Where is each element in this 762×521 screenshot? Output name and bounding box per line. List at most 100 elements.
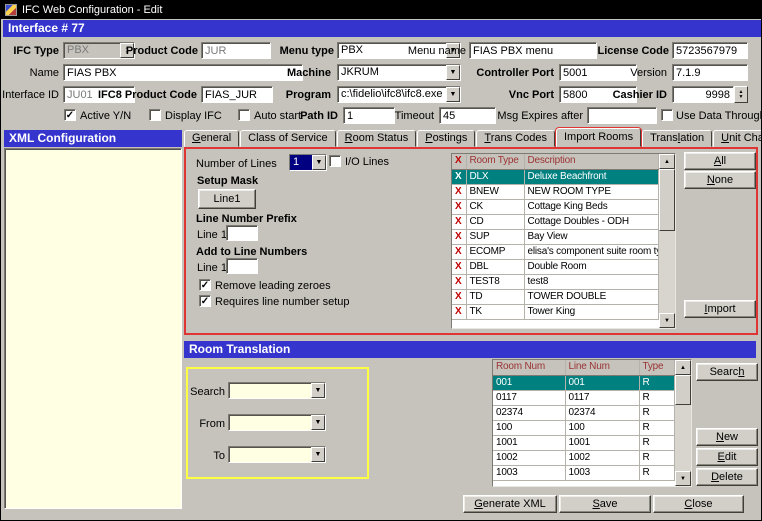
room-num-cell[interactable]: 001 <box>493 375 565 390</box>
cashier-id-input[interactable] <box>672 86 734 103</box>
tab-translation[interactable]: Translation <box>642 130 712 147</box>
x-cell[interactable]: X <box>452 244 466 259</box>
version-input[interactable] <box>672 64 748 81</box>
add-to-line-numbers-input[interactable] <box>226 258 258 274</box>
table-row[interactable]: XCKCottage King Beds <box>452 199 659 214</box>
controller-port-input[interactable] <box>559 64 637 81</box>
table-row[interactable]: 10011001R <box>493 435 675 450</box>
x-cell[interactable]: X <box>452 259 466 274</box>
search-select[interactable]: ▼ <box>228 382 326 399</box>
x-cell[interactable]: X <box>452 274 466 289</box>
description-cell[interactable]: Deluxe Beachfront <box>524 169 659 184</box>
room-translation-table[interactable]: Room Num Line Num Type 001001R01170117R0… <box>492 359 692 487</box>
x-cell[interactable]: X <box>452 184 466 199</box>
line-num-cell[interactable]: 1002 <box>565 450 639 465</box>
x-cell[interactable]: X <box>452 214 466 229</box>
path-id-input[interactable] <box>343 107 395 124</box>
table-row[interactable]: 001001R <box>493 375 675 390</box>
room-type-cell[interactable]: ECOMP <box>466 244 524 259</box>
title-bar[interactable]: IFC Web Configuration - Edit <box>1 1 761 19</box>
requires-line-number-setup-checkbox[interactable]: ✓ <box>199 295 211 307</box>
line-num-cell[interactable]: 0117 <box>565 390 639 405</box>
ifc-type-select[interactable]: PBX ▲▼ <box>63 42 135 59</box>
table-row[interactable]: XBNEWNEW ROOM TYPE <box>452 184 659 199</box>
line-number-prefix-input[interactable] <box>226 225 258 241</box>
description-cell[interactable]: test8 <box>524 274 659 289</box>
room-types-scrollbar[interactable]: ▲ ▼ <box>659 154 675 328</box>
none-button[interactable]: None <box>684 171 756 189</box>
scroll-up-icon[interactable]: ▲ <box>675 360 691 375</box>
spinner-icon[interactable]: ▲▼ <box>734 86 748 103</box>
dropdown-arrow-icon[interactable]: ▼ <box>311 383 325 398</box>
room-type-cell[interactable]: CK <box>466 199 524 214</box>
x-cell[interactable]: X <box>452 304 466 319</box>
description-cell[interactable]: Cottage Doubles - ODH <box>524 214 659 229</box>
table-row[interactable]: 10031003R <box>493 465 675 480</box>
dropdown-arrow-icon[interactable]: ▼ <box>312 155 326 170</box>
scroll-down-icon[interactable]: ▼ <box>675 471 691 486</box>
scrollbar-thumb[interactable] <box>659 169 675 231</box>
product-code-input[interactable] <box>201 42 271 59</box>
room-num-cell[interactable]: 02374 <box>493 405 565 420</box>
save-button[interactable]: Save <box>559 495 651 513</box>
type-cell[interactable]: R <box>639 465 675 480</box>
table-row[interactable]: XTDTOWER DOUBLE <box>452 289 659 304</box>
description-cell[interactable]: Tower King <box>524 304 659 319</box>
x-cell[interactable]: X <box>452 289 466 304</box>
delete-button[interactable]: Delete <box>696 468 758 486</box>
machine-select[interactable]: JKRUM ▼ <box>337 64 461 81</box>
room-type-cell[interactable]: TEST8 <box>466 274 524 289</box>
x-cell[interactable]: X <box>452 229 466 244</box>
x-column-header[interactable]: X <box>452 154 466 169</box>
io-lines-checkbox[interactable] <box>329 155 341 167</box>
type-cell[interactable]: R <box>639 405 675 420</box>
type-cell[interactable]: R <box>639 375 675 390</box>
scroll-up-icon[interactable]: ▲ <box>659 154 675 169</box>
table-row[interactable]: XTKTower King <box>452 304 659 319</box>
line-num-cell[interactable]: 001 <box>565 375 639 390</box>
tab-postings[interactable]: Postings <box>417 130 475 147</box>
tab-class-of-service[interactable]: Class of Service <box>240 130 335 147</box>
room-num-cell[interactable]: 1002 <box>493 450 565 465</box>
edit-button[interactable]: Edit <box>696 448 758 466</box>
room-type-cell[interactable]: SUP <box>466 229 524 244</box>
timeout-input[interactable] <box>439 107 496 124</box>
room-type-cell[interactable]: DBL <box>466 259 524 274</box>
name-input[interactable] <box>63 64 303 81</box>
from-select[interactable]: ▼ <box>228 414 326 431</box>
dropdown-arrow-icon[interactable]: ▼ <box>311 415 325 430</box>
msg-expires-after-input[interactable] <box>587 107 657 124</box>
line-num-cell[interactable]: 1001 <box>565 435 639 450</box>
room-type-cell[interactable]: DLX <box>466 169 524 184</box>
close-button[interactable]: Close <box>653 495 744 513</box>
type-cell[interactable]: R <box>639 450 675 465</box>
line-num-cell[interactable]: 02374 <box>565 405 639 420</box>
room-type-cell[interactable]: TD <box>466 289 524 304</box>
x-cell[interactable]: X <box>452 169 466 184</box>
table-row[interactable]: XSUPBay View <box>452 229 659 244</box>
license-code-input[interactable] <box>672 42 748 59</box>
dropdown-arrow-icon[interactable]: ▼ <box>446 65 460 80</box>
ifc8-product-code-input[interactable] <box>201 86 273 103</box>
all-button[interactable]: All <box>684 152 756 170</box>
description-cell[interactable]: Cottage King Beds <box>524 199 659 214</box>
room-types-table[interactable]: X Room Type Description XDLXDeluxe Beach… <box>451 153 676 329</box>
tab-trans-codes[interactable]: Trans Codes <box>476 130 555 147</box>
generate-xml-button[interactable]: Generate XML <box>463 495 557 513</box>
type-cell[interactable]: R <box>639 390 675 405</box>
table-row[interactable]: 100100R <box>493 420 675 435</box>
room-type-cell[interactable]: TK <box>466 304 524 319</box>
description-cell[interactable]: Double Room <box>524 259 659 274</box>
tab-import-rooms[interactable]: Import Rooms <box>556 128 641 147</box>
tab-unit-charge[interactable]: Unit Charge <box>713 130 762 147</box>
room-num-cell[interactable]: 1001 <box>493 435 565 450</box>
room-type-cell[interactable]: BNEW <box>466 184 524 199</box>
room-type-column-header[interactable]: Room Type <box>466 154 524 169</box>
display-ifc-checkbox[interactable] <box>149 109 161 121</box>
type-cell[interactable]: R <box>639 435 675 450</box>
scroll-down-icon[interactable]: ▼ <box>659 313 675 328</box>
room-type-cell[interactable]: CD <box>466 214 524 229</box>
table-row[interactable]: XECOMPelisa's component suite room type <box>452 244 659 259</box>
description-column-header[interactable]: Description <box>524 154 659 169</box>
auto-start-checkbox[interactable] <box>238 109 250 121</box>
